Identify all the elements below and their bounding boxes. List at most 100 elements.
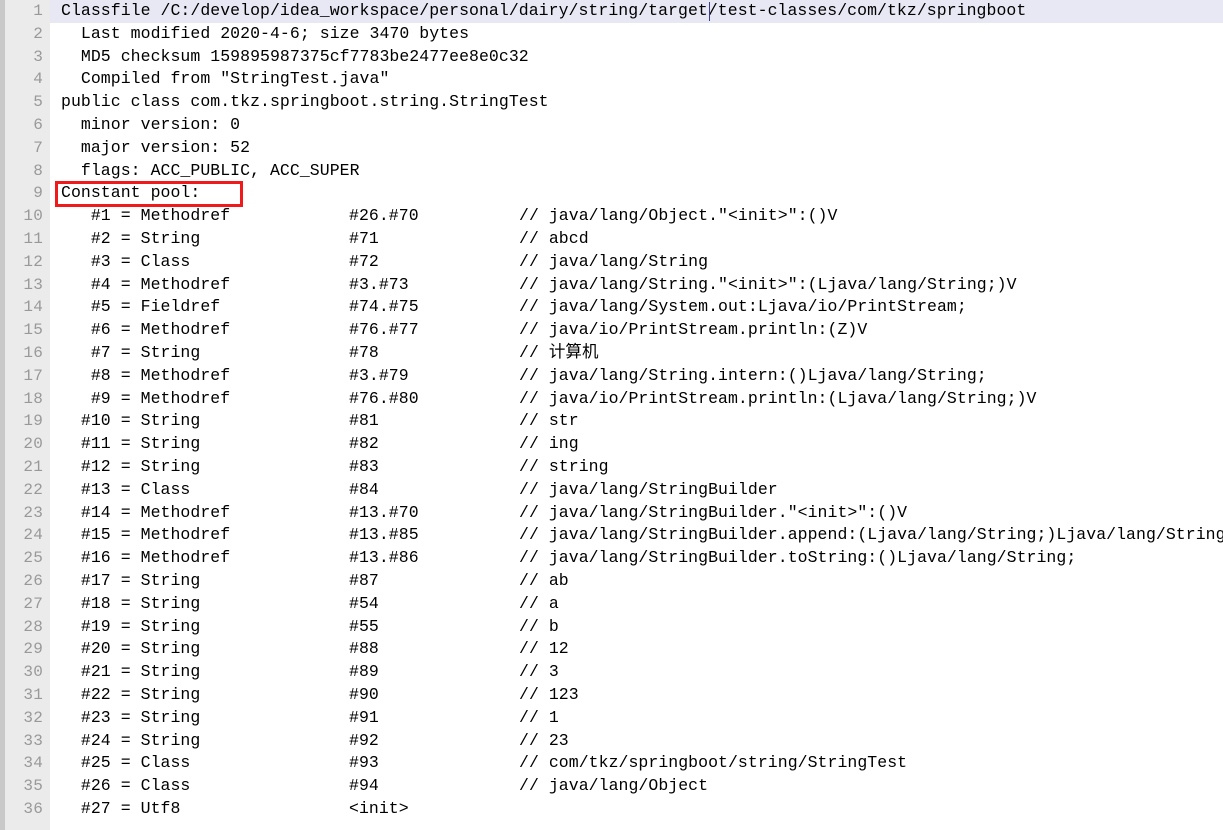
code-line-ref: #72 [349,251,379,271]
code-line-entry: #20 = String [61,639,201,659]
code-line[interactable]: #12 = String #83 // string [50,456,1223,479]
code-line[interactable]: #18 = String #54 // a [50,593,1223,616]
line-number: 8 [33,161,43,180]
code-line-comment: // java/io/PrintStream.println:(Z)V [519,320,868,340]
line-number: 13 [23,275,43,294]
code-line-ref: #87 [349,570,379,590]
code-line[interactable]: flags: ACC_PUBLIC, ACC_SUPER [50,160,1223,183]
code-line-ref: #13.#70 [349,502,419,522]
javap-output-editor[interactable]: 1 2 3 4 5 6 7 8 9 10 11 12 13 14 15 16 17 18 19 20 21 22 23 24 2… [0,0,1223,830]
code-line[interactable]: #13 = Class #84 // java/lang/StringBuilder [50,479,1223,502]
code-line[interactable]: #22 = String #90 // 123 [50,684,1223,707]
code-line[interactable]: #7 = String #78 // 计算机 [50,342,1223,365]
code-line[interactable]: MD5 checksum 159895987375cf7783be2477ee8… [50,46,1223,69]
code-line[interactable]: major version: 52 [50,137,1223,160]
line-number: 5 [33,93,43,112]
code-line-comment: // str [519,411,579,431]
code-text-area[interactable]: Classfile /C:/develop/idea_workspace/per… [50,0,1223,830]
gutter-left-edge [0,0,5,830]
code-line-ref: #91 [349,707,379,727]
code-line[interactable]: #26 = Class #94 // java/lang/Object [50,775,1223,798]
line-number: 17 [23,366,43,385]
code-line[interactable]: minor version: 0 [50,114,1223,137]
line-number: 1 [33,2,43,20]
code-line-ref: #94 [349,776,379,796]
code-line-ref: #13.#86 [349,548,419,568]
code-line-entry: #26 = Class [61,776,191,796]
code-line[interactable]: Last modified 2020-4-6; size 3470 bytes [50,23,1223,46]
line-number: 27 [23,594,43,613]
code-line-ref: #3.#79 [349,365,409,385]
code-line-entry: #2 = String [61,228,201,248]
line-number: 25 [23,549,43,568]
code-line[interactable]: Classfile /C:/develop/idea_workspace/per… [50,0,1223,23]
code-line[interactable]: Compiled from "StringTest.java" [50,68,1223,91]
code-line-comment: // 12 [519,639,569,659]
line-number: 35 [23,777,43,796]
line-number: 12 [23,252,43,271]
code-line[interactable]: #10 = String #81 // str [50,410,1223,433]
line-number: 22 [23,480,43,499]
code-line[interactable]: #2 = String #71 // abcd [50,228,1223,251]
line-number: 11 [23,229,43,248]
line-number: 29 [23,640,43,659]
code-line-ref: #93 [349,753,379,773]
code-line-ref: #90 [349,684,379,704]
code-line[interactable]: #21 = String #89 // 3 [50,661,1223,684]
line-number: 15 [23,321,43,340]
code-line-entry: Constant pool: [61,183,201,203]
code-line[interactable]: #1 = Methodref #26.#70 // java/lang/Object… [50,205,1223,228]
code-line[interactable]: #4 = Methodref #3.#73 // java/lang/String.… [50,274,1223,297]
code-line-comment: // java/lang/StringBuilder.toString:()Lj… [519,548,1077,568]
code-line-entry: #15 = Methodref [61,525,231,545]
code-line[interactable]: #20 = String #88 // 12 [50,638,1223,661]
code-line-ref: #82 [349,434,379,454]
code-line-entry: minor version: 0 [61,114,241,134]
code-line-comment: // java/lang/Object."<init>":()V [519,206,838,226]
line-number: 33 [23,731,43,750]
code-line[interactable]: #14 = Methodref #13.#70 // java/lang/Strin… [50,502,1223,525]
code-line-comment: // java/lang/String.intern:()Ljava/lang/… [519,365,987,385]
code-line-entry: #13 = Class [61,479,191,499]
code-line[interactable]: #25 = Class #93 // com/tkz/springboot/stri… [50,752,1223,775]
line-number-list: 1 2 3 4 5 6 7 8 9 10 11 12 13 14 15 16 17 18 19 20 21 22 23 24 2… [5,0,50,821]
code-line-ref: #88 [349,639,379,659]
code-line-comment: // java/lang/String."<init>":(Ljava/lang… [519,274,1017,294]
code-line[interactable]: #15 = Methodref #13.#85 // java/lang/Strin… [50,524,1223,547]
code-line[interactable]: #24 = String #92 // 23 [50,730,1223,753]
code-line[interactable]: public class com.tkz.springboot.string.S… [50,91,1223,114]
code-line-comment: // ing [519,434,579,454]
code-line-entry: #16 = Methodref [61,548,231,568]
code-line[interactable]: #27 = Utf8 <init> [50,798,1223,821]
code-line-ref: #76.#77 [349,320,419,340]
code-line-comment: // a [519,593,559,613]
code-line[interactable]: #9 = Methodref #76.#80 // java/io/PrintStr… [50,388,1223,411]
code-line[interactable]: #3 = Class #72 // java/lang/String [50,251,1223,274]
code-line-entry: #23 = String [61,707,201,727]
code-line-entry: #11 = String [61,434,201,454]
code-line-comment: // java/lang/Object [519,776,709,796]
code-line[interactable]: Constant pool: [50,182,1223,205]
code-line[interactable]: #8 = Methodref #3.#79 // java/lang/String.… [50,365,1223,388]
code-line-entry: #22 = String [61,684,201,704]
code-line-comment: // 123 [519,684,579,704]
code-line-ref: #83 [349,456,379,476]
code-line[interactable]: #6 = Methodref #76.#77 // java/io/PrintStr… [50,319,1223,342]
code-line-entry: #24 = String [61,730,201,750]
code-line-comment: // 计算机 [519,342,599,362]
code-line[interactable]: #16 = Methodref #13.#86 // java/lang/Strin… [50,547,1223,570]
code-line[interactable]: #19 = String #55 // b [50,616,1223,639]
code-line-entry: #3 = Class [61,251,191,271]
code-line-entry: MD5 checksum 159895987375cf7783be2477ee8… [61,46,529,66]
text-caret [709,2,710,21]
line-number: 30 [23,663,43,682]
code-line-entry: flags: ACC_PUBLIC, ACC_SUPER [61,160,360,180]
code-line-entry: Compiled from "StringTest.java" [61,69,390,89]
code-line[interactable]: #17 = String #87 // ab [50,570,1223,593]
code-line[interactable]: #23 = String #91 // 1 [50,707,1223,730]
code-line[interactable]: #5 = Fieldref #74.#75 // java/lang/System.… [50,296,1223,319]
code-line-entry: #8 = Methodref [61,365,231,385]
code-line-entry: #10 = String [61,411,201,431]
code-line[interactable]: #11 = String #82 // ing [50,433,1223,456]
code-line-ref: #26.#70 [349,206,419,226]
